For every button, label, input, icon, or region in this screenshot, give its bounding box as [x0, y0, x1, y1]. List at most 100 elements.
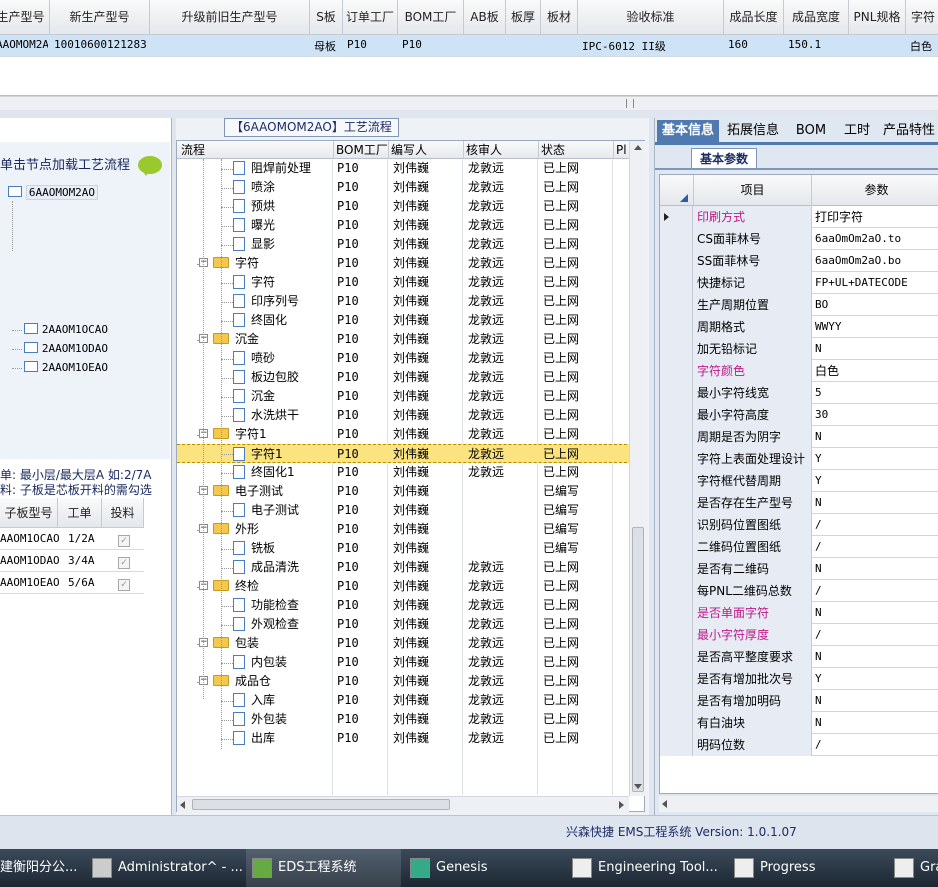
- tab-bom[interactable]: BOM: [787, 120, 835, 142]
- scroll-right-icon[interactable]: [619, 801, 624, 809]
- param-value[interactable]: 打印字符: [813, 206, 863, 228]
- process-col-header[interactable]: 流程: [179, 141, 334, 159]
- top-col-header[interactable]: 订单工厂: [343, 0, 398, 35]
- param-row[interactable]: 周期是否为阴字 N: [660, 426, 938, 448]
- param-value[interactable]: WWYY: [813, 316, 842, 338]
- tab-product-features[interactable]: 产品特性: [879, 120, 938, 142]
- param-row[interactable]: 生产周期位置 BO: [660, 294, 938, 316]
- process-group-row[interactable]: − 外形 P10 刘伟巍 已编写: [177, 520, 632, 539]
- process-step-row[interactable]: 板边包胶 P10 刘伟巍 龙敦远 已上网: [177, 368, 632, 387]
- process-step-row[interactable]: 出库 P10 刘伟巍 龙敦远 已上网: [177, 729, 632, 748]
- tab-work-hours[interactable]: 工时: [835, 120, 879, 142]
- taskbar-item[interactable]: Engineering Tool...: [566, 849, 724, 887]
- row-header[interactable]: [660, 272, 693, 294]
- row-header[interactable]: [660, 492, 693, 514]
- param-value[interactable]: N: [813, 690, 822, 712]
- param-row[interactable]: 字符上表面处理设计 Y: [660, 448, 938, 470]
- param-value[interactable]: Y: [813, 448, 822, 470]
- top-col-header[interactable]: BOM工厂: [398, 0, 464, 35]
- scroll-thumb[interactable]: [632, 527, 644, 792]
- top-col-header[interactable]: 新生产型号: [50, 0, 150, 35]
- row-header[interactable]: [660, 646, 693, 668]
- param-row[interactable]: 是否单面字符 N: [660, 602, 938, 624]
- param-value[interactable]: /: [813, 734, 822, 756]
- param-row[interactable]: CS面菲林号 6aaOmOm2aO.to: [660, 228, 938, 250]
- row-header[interactable]: [660, 558, 693, 580]
- top-grid-row[interactable]: AAOMOM2AO 10010600121283 母板 P10 P10 IPC-6012 …: [0, 35, 938, 57]
- param-row[interactable]: 有白油块 N: [660, 712, 938, 734]
- subboard-row[interactable]: AAOM1OCAO 1/2A ✓: [0, 528, 144, 550]
- process-step-row[interactable]: 阻焊前处理 P10 刘伟巍 龙敦远 已上网: [177, 159, 632, 178]
- row-header[interactable]: [660, 624, 693, 646]
- param-row[interactable]: 印刷方式 打印字符: [660, 206, 938, 228]
- process-step-row[interactable]: 印序列号 P10 刘伟巍 龙敦远 已上网: [177, 292, 632, 311]
- taskbar-item[interactable]: Progress: [728, 849, 886, 887]
- process-step-row[interactable]: 喷砂 P10 刘伟巍 龙敦远 已上网: [177, 349, 632, 368]
- scroll-down-icon[interactable]: [634, 784, 642, 789]
- param-row[interactable]: 是否高平整度要求 N: [660, 646, 938, 668]
- top-col-header[interactable]: PNL规格: [849, 0, 906, 35]
- process-step-row[interactable]: 沉金 P10 刘伟巍 龙敦远 已上网: [177, 387, 632, 406]
- process-step-row[interactable]: 终固化1 P10 刘伟巍 龙敦远 已上网: [177, 463, 632, 482]
- process-step-row[interactable]: 成品清洗 P10 刘伟巍 龙敦远 已上网: [177, 558, 632, 577]
- row-header[interactable]: [660, 250, 693, 272]
- row-header[interactable]: [660, 668, 693, 690]
- row-header[interactable]: [660, 580, 693, 602]
- row-header[interactable]: [660, 294, 693, 316]
- param-row[interactable]: 是否存在生产型号 N: [660, 492, 938, 514]
- row-header[interactable]: [660, 338, 693, 360]
- tab-basic-info[interactable]: 基本信息: [657, 120, 719, 142]
- process-col-header[interactable]: 状态: [539, 141, 614, 159]
- feed-checkbox[interactable]: ✓: [118, 532, 130, 547]
- top-col-header[interactable]: 成品长度: [724, 0, 784, 35]
- process-step-row[interactable]: 显影 P10 刘伟巍 龙敦远 已上网: [177, 235, 632, 254]
- process-col-header[interactable]: BOM工厂: [334, 141, 389, 159]
- param-value[interactable]: /: [813, 624, 822, 646]
- process-group-row[interactable]: − 成品仓 P10 刘伟巍 龙敦远 已上网: [177, 672, 632, 691]
- top-col-header[interactable]: 验收标准: [578, 0, 724, 35]
- param-row[interactable]: 是否有增加批次号 Y: [660, 668, 938, 690]
- taskbar-item[interactable]: Gra: [888, 849, 938, 887]
- row-header[interactable]: [660, 426, 693, 448]
- process-step-row[interactable]: 终固化 P10 刘伟巍 龙敦远 已上网: [177, 311, 632, 330]
- param-value[interactable]: Y: [813, 668, 822, 690]
- subboard-col-header[interactable]: 子板型号: [0, 498, 58, 528]
- row-header[interactable]: [660, 734, 693, 756]
- param-value[interactable]: N: [813, 426, 822, 448]
- process-step-row[interactable]: 曝光 P10 刘伟巍 龙敦远 已上网: [177, 216, 632, 235]
- process-step-row[interactable]: 水洗烘干 P10 刘伟巍 龙敦远 已上网: [177, 406, 632, 425]
- param-value[interactable]: N: [813, 712, 822, 734]
- param-row[interactable]: 字符框代替周期 Y: [660, 470, 938, 492]
- process-step-row[interactable]: 外观检查 P10 刘伟巍 龙敦远 已上网: [177, 615, 632, 634]
- param-value[interactable]: /: [813, 514, 822, 536]
- param-value[interactable]: 5: [813, 382, 822, 404]
- process-hscrollbar[interactable]: [177, 796, 629, 812]
- param-value[interactable]: BO: [813, 294, 828, 316]
- subboard-col-header[interactable]: 工单: [58, 498, 102, 528]
- scroll-up-icon[interactable]: [634, 145, 642, 150]
- subboard-row[interactable]: AAOM1OEAO 5/6A ✓: [0, 572, 144, 594]
- subboard-row[interactable]: AAOM1ODAO 3/4A ✓: [0, 550, 144, 572]
- row-header[interactable]: [660, 382, 693, 404]
- taskbar-item[interactable]: 建衡阳分公...: [0, 849, 80, 887]
- top-col-header[interactable]: 字符: [906, 0, 938, 35]
- process-vscrollbar[interactable]: [629, 141, 645, 796]
- top-col-header[interactable]: 板厚: [506, 0, 541, 35]
- param-row[interactable]: 周期格式 WWYY: [660, 316, 938, 338]
- tree-child-node[interactable]: 2AAOM1OEAO: [24, 359, 108, 376]
- top-col-header[interactable]: AB板: [464, 0, 506, 35]
- top-col-header[interactable]: 板材: [541, 0, 578, 35]
- param-value[interactable]: 白色: [813, 360, 839, 382]
- param-value[interactable]: /: [813, 536, 822, 558]
- process-step-row[interactable]: 电子测试 P10 刘伟巍 已编写: [177, 501, 632, 520]
- process-step-row[interactable]: 字符1 P10 刘伟巍 龙敦远 已上网: [177, 444, 632, 463]
- row-header[interactable]: [660, 206, 693, 228]
- param-value[interactable]: 30: [813, 404, 828, 426]
- param-row[interactable]: 明码位数 /: [660, 734, 938, 756]
- splitter[interactable]: [0, 110, 938, 118]
- row-header[interactable]: [660, 404, 693, 426]
- process-step-row[interactable]: 功能检查 P10 刘伟巍 龙敦远 已上网: [177, 596, 632, 615]
- param-row[interactable]: 加无铅标记 N: [660, 338, 938, 360]
- left-splitter[interactable]: [172, 118, 176, 815]
- param-row[interactable]: 每PNL二维码总数 /: [660, 580, 938, 602]
